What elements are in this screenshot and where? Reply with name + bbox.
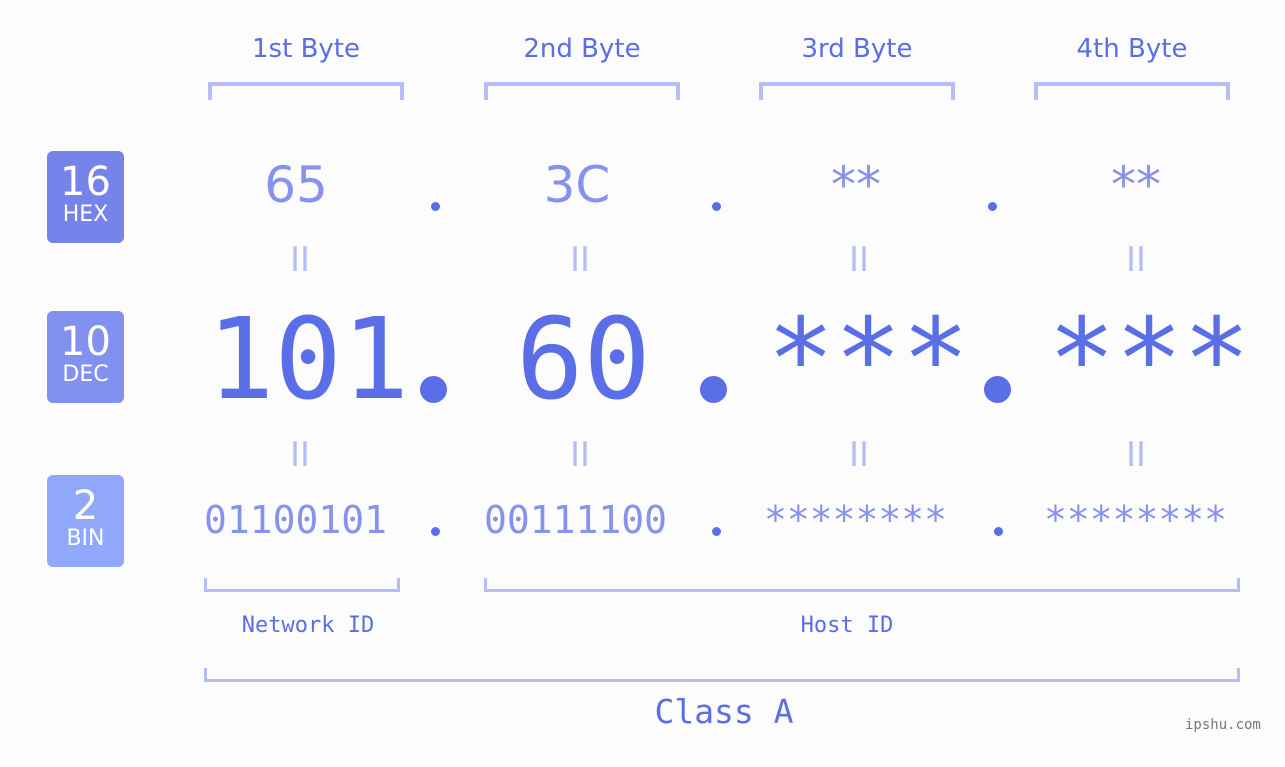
equals-sign: II xyxy=(289,435,311,475)
dec-byte-2: 60 xyxy=(516,295,651,425)
network-id-label: Network ID xyxy=(241,613,375,638)
bin-byte-3: ******** xyxy=(764,498,948,542)
dec-byte-4: *** xyxy=(1048,295,1251,425)
equals-sign: II xyxy=(1125,435,1147,475)
equals-sign: II xyxy=(289,240,311,280)
byte-bracket-1 xyxy=(208,82,404,100)
dec-badge: 10 DEC xyxy=(47,311,124,403)
hex-byte-1: 65 xyxy=(264,156,328,214)
hex-dot-separator xyxy=(431,202,440,211)
dec-byte-3: *** xyxy=(767,295,970,425)
hex-byte-4: ** xyxy=(1111,156,1161,214)
equals-sign: II xyxy=(848,240,870,280)
hex-byte-3: ** xyxy=(831,156,881,214)
byte-header-2: 2nd Byte xyxy=(523,34,641,64)
bin-byte-2: 00111100 xyxy=(484,498,668,542)
hex-dot-separator xyxy=(712,202,721,211)
dec-badge-label: DEC xyxy=(62,362,109,387)
bin-dot-separator xyxy=(994,527,1003,536)
network-id-bracket xyxy=(204,578,400,592)
bin-byte-4: ******** xyxy=(1044,498,1228,542)
equals-sign: II xyxy=(1125,240,1147,280)
equals-sign: II xyxy=(848,435,870,475)
byte-bracket-4 xyxy=(1034,82,1230,100)
byte-header-4: 4th Byte xyxy=(1076,34,1188,64)
hex-badge-base: 16 xyxy=(60,159,111,205)
bin-badge: 2 BIN xyxy=(47,475,124,567)
bin-dot-separator xyxy=(712,527,721,536)
host-id-label: Host ID xyxy=(800,613,894,638)
bin-badge-base: 2 xyxy=(72,483,99,529)
bin-badge-label: BIN xyxy=(66,526,105,551)
hex-dot-separator xyxy=(988,202,997,211)
dec-badge-base: 10 xyxy=(60,319,111,365)
dec-dot-separator xyxy=(984,376,1011,403)
watermark: ipshu.com xyxy=(1185,717,1261,733)
bin-dot-separator xyxy=(431,527,440,536)
class-bracket xyxy=(204,668,1240,682)
host-id-bracket xyxy=(484,578,1240,592)
dec-dot-separator xyxy=(700,376,727,403)
dec-byte-1: 101 xyxy=(207,295,410,425)
dec-dot-separator xyxy=(420,376,447,403)
equals-sign: II xyxy=(569,240,591,280)
equals-sign: II xyxy=(569,435,591,475)
byte-header-1: 1st Byte xyxy=(252,34,360,64)
hex-badge-label: HEX xyxy=(62,202,109,227)
bin-byte-1: 01100101 xyxy=(204,498,388,542)
hex-badge: 16 HEX xyxy=(47,151,124,243)
byte-bracket-2 xyxy=(484,82,680,100)
byte-bracket-3 xyxy=(759,82,955,100)
hex-byte-2: 3C xyxy=(543,156,611,214)
byte-header-3: 3rd Byte xyxy=(801,34,913,64)
class-label: Class A xyxy=(654,692,794,731)
